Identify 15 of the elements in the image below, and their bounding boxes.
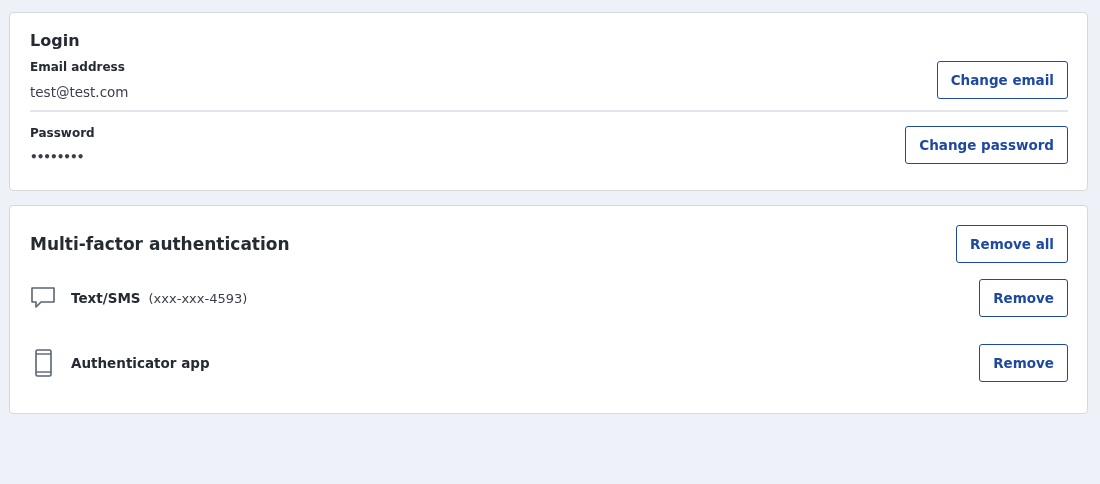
remove-button[interactable]: Remove [979,344,1068,382]
factor-name: Text/SMS [71,290,141,306]
chat-bubble-icon [30,286,56,310]
field-label: Password [30,126,95,140]
masked-phone-number: (xxx-xxx-4593) [148,290,248,306]
masked-password: •••••••• [30,150,85,164]
change-button[interactable]: Change password [905,126,1068,164]
section-title: Multi-factor authentication [30,234,290,254]
change-button[interactable]: Change email [936,61,1068,99]
remove-button[interactable]: Remove [979,279,1068,317]
field-value: test@test.com [30,84,129,100]
field-label: Email address [30,60,126,74]
remove-all-button[interactable]: Remove all [956,225,1068,263]
section-title: Login [30,31,81,50]
factor-name: Authenticator app [71,355,210,371]
